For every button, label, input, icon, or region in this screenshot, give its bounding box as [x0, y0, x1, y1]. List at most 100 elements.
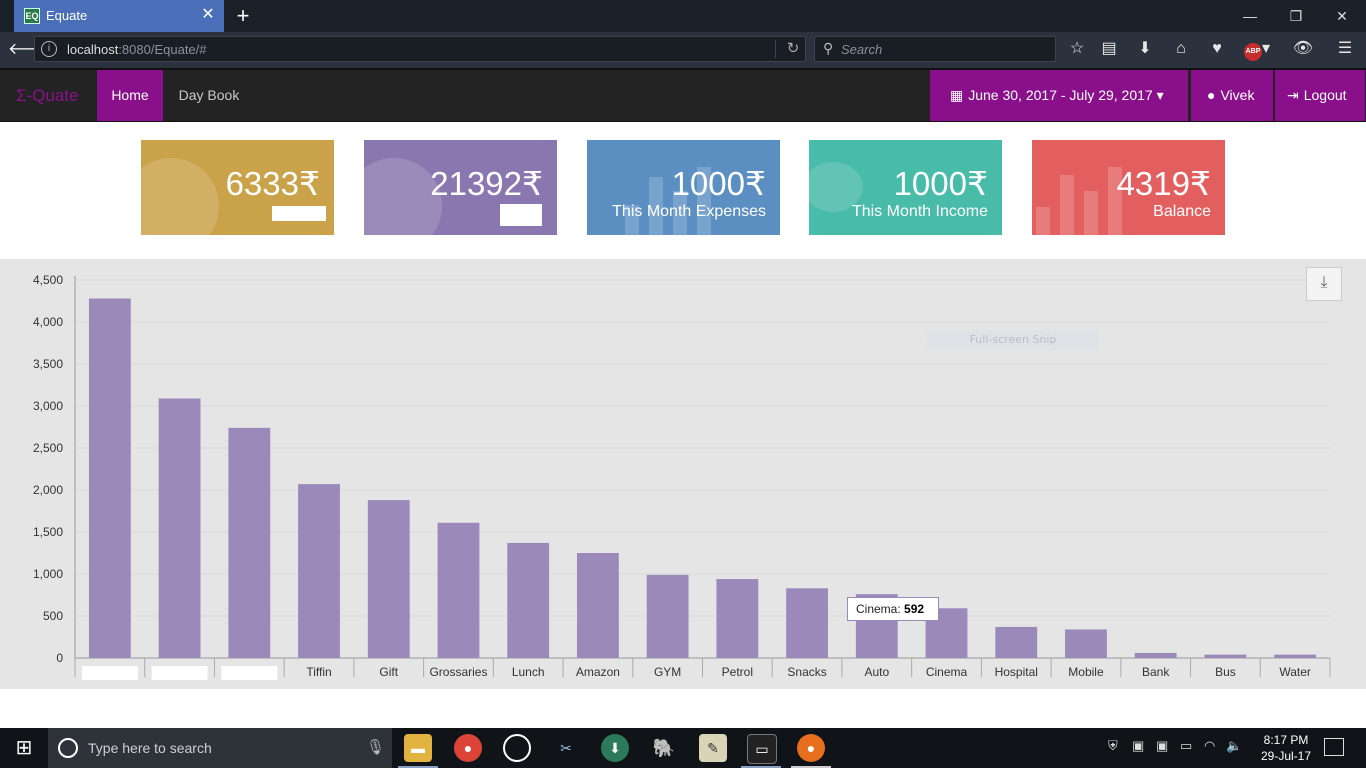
url-host: localhost	[67, 42, 119, 57]
chart-bar	[437, 522, 480, 658]
snipping-icon[interactable]: ✂	[552, 734, 580, 762]
user-icon: ●	[1207, 87, 1216, 103]
groove-icon[interactable]	[503, 734, 531, 762]
reading-list-icon[interactable]: ▤	[1096, 37, 1122, 61]
calendar-icon: ▦	[950, 87, 964, 103]
wifi-icon[interactable]: ◠	[1204, 738, 1215, 754]
x-tick-label: Gift	[379, 665, 398, 679]
summary-card-1: 6333₹	[141, 140, 334, 235]
adblock-label: ABP	[1243, 43, 1262, 61]
pocket-icon[interactable]: ♥	[1204, 37, 1230, 61]
x-tick-label: Auto	[864, 665, 889, 679]
card-value: 4319₹	[1116, 165, 1211, 202]
y-tick-label: 1,500	[33, 525, 63, 539]
url-divider	[775, 40, 776, 58]
summary-card-2: 21392₹	[364, 140, 557, 235]
chart-bar	[1204, 654, 1247, 658]
tray-app-icon[interactable]: ▣	[1132, 738, 1144, 754]
card-label: This Month Income	[851, 203, 988, 220]
browser-tab[interactable]: EQ Equate ✕	[14, 0, 224, 32]
browser-search-input[interactable]: ⚲ Search	[814, 36, 1056, 62]
postgres-icon[interactable]: 🐘	[650, 734, 678, 762]
battery-icon[interactable]: ▭	[1180, 738, 1192, 754]
user-menu[interactable]: ● Vivek	[1191, 70, 1273, 121]
tray-app2-icon[interactable]: ▣	[1156, 738, 1168, 754]
expense-chart: 0 500 1,000 1,500 2,000 2,500 3,000 3,500 4,000 4…	[0, 259, 1366, 689]
summary-card-expenses: 1000₹ This Month Expenses	[587, 140, 780, 235]
snip-overlay: Full-screen Snip	[927, 330, 1099, 350]
nav-home[interactable]: Home	[97, 70, 163, 121]
x-tick-label: Hospital	[995, 665, 1038, 679]
windows-start-icon[interactable]: ⊞	[0, 728, 48, 768]
chart-bar	[367, 500, 410, 658]
chart-bar	[228, 427, 271, 658]
redacted-x-label	[81, 666, 138, 680]
chrome-icon[interactable]: ●	[454, 734, 482, 762]
x-tick-label: Grossaries	[429, 665, 487, 679]
x-tick-label: Lunch	[512, 665, 545, 679]
y-tick-label: 4,500	[33, 273, 63, 287]
url-bar[interactable]: i localhost:8080/Equate/# ↻	[34, 36, 806, 62]
firefox-icon[interactable]: ●	[797, 734, 825, 762]
brand-logo[interactable]: Σ-Quate	[16, 86, 78, 106]
globe-icon	[141, 158, 219, 235]
new-tab-button[interactable]: +	[232, 4, 254, 28]
y-tick-label: 0	[56, 651, 63, 665]
taskbar-search-placeholder: Type here to search	[88, 740, 212, 756]
chart-download-button[interactable]: ⤓	[1306, 267, 1342, 301]
notification-center-icon[interactable]	[1324, 738, 1344, 756]
app-icon[interactable]: ⬇	[601, 734, 629, 762]
chart-bar	[786, 588, 828, 658]
bar-chart: 0 500 1,000 1,500 2,000 2,500 3,000 3,500 4,000 4…	[33, 273, 1331, 680]
adblock-icon[interactable]: ABP ▾	[1240, 37, 1274, 61]
card-label: This Month Expenses	[612, 203, 766, 220]
reload-icon[interactable]: ↻	[783, 38, 803, 60]
search-icon: ⚲	[823, 40, 834, 56]
restore-button[interactable]: ❐	[1276, 4, 1316, 28]
x-tick-label: Water	[1279, 665, 1311, 679]
chart-bar	[1134, 652, 1177, 658]
date-range-picker[interactable]: ▦ June 30, 2017 - July 29, 2017 ▾	[930, 70, 1188, 121]
x-tick-label: Snacks	[787, 665, 826, 679]
file-explorer-icon[interactable]: ▬	[404, 734, 432, 762]
nav-daybook[interactable]: Day Book	[166, 70, 252, 121]
home-icon[interactable]: ⌂	[1168, 37, 1194, 61]
taskbar-search-input[interactable]: Type here to search 🎙	[48, 728, 392, 768]
chart-bar	[158, 398, 201, 658]
summary-card-income: 1000₹ This Month Income	[809, 140, 1002, 235]
volume-icon[interactable]: 🔈	[1226, 738, 1242, 754]
close-tab-icon[interactable]: ✕	[200, 6, 216, 24]
chart-bar	[995, 626, 1038, 658]
notepad-icon[interactable]: ✎	[699, 734, 727, 762]
date-range-label: June 30, 2017 - July 29, 2017	[968, 87, 1153, 103]
menu-icon[interactable]: ☰	[1332, 37, 1358, 61]
x-tick-label: GYM	[654, 665, 681, 679]
logout-button[interactable]: ⇥ Logout	[1275, 70, 1365, 121]
bookmark-star-icon[interactable]: ☆	[1064, 37, 1090, 61]
x-tick-label: Bus	[1215, 665, 1236, 679]
redacted-x-label	[221, 666, 278, 680]
taskbar-clock[interactable]: 8:17 PM 29-Jul-17	[1256, 732, 1316, 764]
download-icon[interactable]: ⬇	[1132, 37, 1158, 61]
extension-icon[interactable]: 👁	[1290, 37, 1316, 61]
y-tick-label: 4,000	[33, 315, 63, 329]
minimize-button[interactable]: —	[1230, 4, 1270, 28]
x-tick-label: Bank	[1142, 665, 1170, 679]
y-tick-label: 1,000	[33, 567, 63, 581]
user-name: Vivek	[1220, 87, 1255, 103]
chart-bar	[646, 574, 689, 658]
x-tick-label: Cinema	[926, 665, 968, 679]
tooltip-label: Cinema:	[856, 602, 905, 616]
cmd-icon[interactable]: ▭	[747, 734, 777, 764]
tab-title: Equate	[46, 8, 88, 23]
close-window-button[interactable]: ✕	[1322, 4, 1362, 28]
x-tick-label: Tiffin	[306, 665, 331, 679]
microphone-icon[interactable]: 🎙	[366, 738, 385, 756]
redacted-x-label	[151, 666, 208, 680]
info-icon[interactable]: i	[41, 41, 57, 57]
back-arrow-icon[interactable]: 🡐	[8, 38, 51, 62]
x-tick-label: Mobile	[1068, 665, 1104, 679]
security-tray-icon[interactable]: ⛨	[1108, 738, 1118, 754]
redacted-label	[500, 204, 542, 226]
url-text[interactable]: localhost:8080/Equate/#	[67, 42, 207, 57]
